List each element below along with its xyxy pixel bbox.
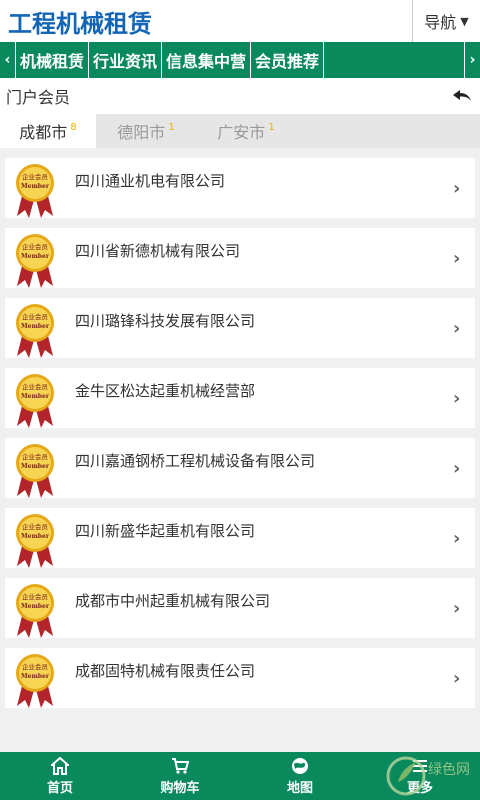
chevron-right-icon: › (453, 317, 461, 339)
nav-toggle-label: 导航 (424, 13, 457, 32)
tab-home-label: 首页 (46, 780, 73, 796)
list-item[interactable]: 企业会员 Member 四川璐锋科技发展有限公司 › (5, 298, 475, 358)
company-name: 成都固特机械有限责任公司 (75, 662, 256, 680)
company-name: 四川新盛华起重机有限公司 (75, 522, 256, 540)
badge-member-text: Member (21, 183, 50, 190)
nav-scroll-left-icon[interactable]: ‹ (0, 42, 16, 78)
badge-top-text: 企业会员 (22, 662, 49, 671)
tab-map[interactable]: 地图 (240, 752, 360, 800)
chevron-right-icon: › (453, 597, 461, 619)
tab-deyang[interactable]: 德阳市 1 (96, 114, 196, 148)
chevron-right-icon: › (453, 667, 461, 689)
chevron-right-icon: › (453, 527, 461, 549)
nav-item-info[interactable]: 信息集中营 (162, 42, 252, 78)
list-item[interactable]: 企业会员 Member 金牛区松达起重机械经营部 › (5, 368, 475, 428)
more-icon (413, 759, 427, 772)
company-name: 金牛区松达起重机械经营部 (75, 382, 256, 400)
badge-member-text: Member (21, 323, 50, 330)
tab-home[interactable]: 首页 (0, 752, 120, 800)
company-name: 四川璐锋科技发展有限公司 (75, 312, 256, 330)
company-name: 四川省新德机械有限公司 (75, 242, 241, 260)
tab-map-label: 地图 (286, 780, 313, 796)
member-badge-icon: 企业会员 Member (16, 234, 54, 288)
company-name: 四川通业机电有限公司 (75, 172, 226, 190)
tab-label: 成都市 (19, 123, 68, 142)
chevron-right-icon: › (453, 247, 461, 269)
list-item[interactable]: 企业会员 Member 成都市中州起重机械有限公司 › (5, 578, 475, 638)
back-arrow-icon[interactable] (452, 89, 472, 103)
badge-member-text: Member (21, 533, 50, 540)
badge-member-text: Member (21, 603, 50, 610)
member-badge-icon: 企业会员 Member (16, 444, 54, 498)
tab-cart[interactable]: 购物车 (120, 752, 240, 800)
home-icon (51, 756, 69, 775)
member-badge-icon: 企业会员 Member (16, 584, 54, 638)
tab-more[interactable]: 更多 (360, 752, 480, 800)
tab-label: 德阳市 (117, 123, 166, 142)
tab-more-label: 更多 (406, 780, 433, 796)
nav-scroll-right-icon[interactable]: › (464, 42, 480, 78)
member-list: 企业会员 Member 四川通业机电有限公司 › 企业会员 Member 四川省新德机械有限… (0, 148, 480, 708)
tab-count-badge: 1 (268, 121, 275, 133)
badge-top-text: 企业会员 (22, 452, 49, 461)
tab-cart-label: 购物车 (160, 780, 200, 796)
nav-item-news[interactable]: 行业资讯 (89, 42, 163, 78)
list-item[interactable]: 企业会员 Member 四川嘉通钢桥工程机械设备有限公司 › (5, 438, 475, 498)
member-badge-icon: 企业会员 Member (16, 654, 54, 708)
section-header: 门户会员 (0, 78, 480, 114)
nav-item-members[interactable]: 会员推荐 (251, 42, 325, 78)
caret-down-icon: ▼ (460, 14, 469, 28)
list-item[interactable]: 企业会员 Member 四川省新德机械有限公司 › (5, 228, 475, 288)
company-name: 成都市中州起重机械有限公司 (75, 592, 271, 610)
chevron-right-icon: › (453, 457, 461, 479)
badge-top-text: 企业会员 (22, 312, 49, 321)
cart-icon (172, 757, 189, 774)
chevron-right-icon: › (453, 387, 461, 409)
tab-count-badge: 1 (168, 121, 175, 133)
tab-guangan[interactable]: 广安市 1 (196, 114, 296, 148)
badge-top-text: 企业会员 (22, 522, 49, 531)
globe-icon (292, 757, 308, 774)
badge-member-text: Member (21, 463, 50, 470)
member-badge-icon: 企业会员 Member (16, 304, 54, 358)
site-title[interactable]: 工程机械租赁 (0, 4, 152, 39)
member-badge-icon: 企业会员 Member (16, 374, 54, 428)
header: 工程机械租赁 导航 ▼ (0, 0, 480, 42)
tab-label: 广安市 (217, 123, 266, 142)
member-badge-icon: 企业会员 Member (16, 514, 54, 568)
badge-top-text: 企业会员 (22, 382, 49, 391)
bottom-tabbar: 首页 购物车 地图 更多 (0, 752, 480, 800)
list-item[interactable]: 企业会员 Member 成都固特机械有限责任公司 › (5, 648, 475, 708)
tab-chengdu[interactable]: 成都市 8 (0, 114, 96, 148)
list-item[interactable]: 企业会员 Member 四川新盛华起重机有限公司 › (5, 508, 475, 568)
nav-item-rental[interactable]: 机械租赁 (16, 42, 90, 78)
category-navbar: ‹ 机械租赁 行业资讯 信息集中营 会员推荐 › (0, 42, 480, 78)
tab-count-badge: 8 (70, 121, 77, 133)
badge-member-text: Member (21, 673, 50, 680)
badge-member-text: Member (21, 393, 50, 400)
badge-member-text: Member (21, 253, 50, 260)
nav-toggle-button[interactable]: 导航 ▼ (412, 0, 480, 42)
badge-top-text: 企业会员 (22, 592, 49, 601)
list-item[interactable]: 企业会员 Member 四川通业机电有限公司 › (5, 158, 475, 218)
badge-top-text: 企业会员 (22, 242, 49, 251)
company-name: 四川嘉通钢桥工程机械设备有限公司 (75, 452, 316, 470)
city-tabs: 成都市 8 德阳市 1 广安市 1 (0, 114, 480, 148)
member-badge-icon: 企业会员 Member (16, 164, 54, 218)
chevron-right-icon: › (453, 177, 461, 199)
badge-top-text: 企业会员 (22, 172, 49, 181)
section-title: 门户会员 (6, 88, 71, 107)
